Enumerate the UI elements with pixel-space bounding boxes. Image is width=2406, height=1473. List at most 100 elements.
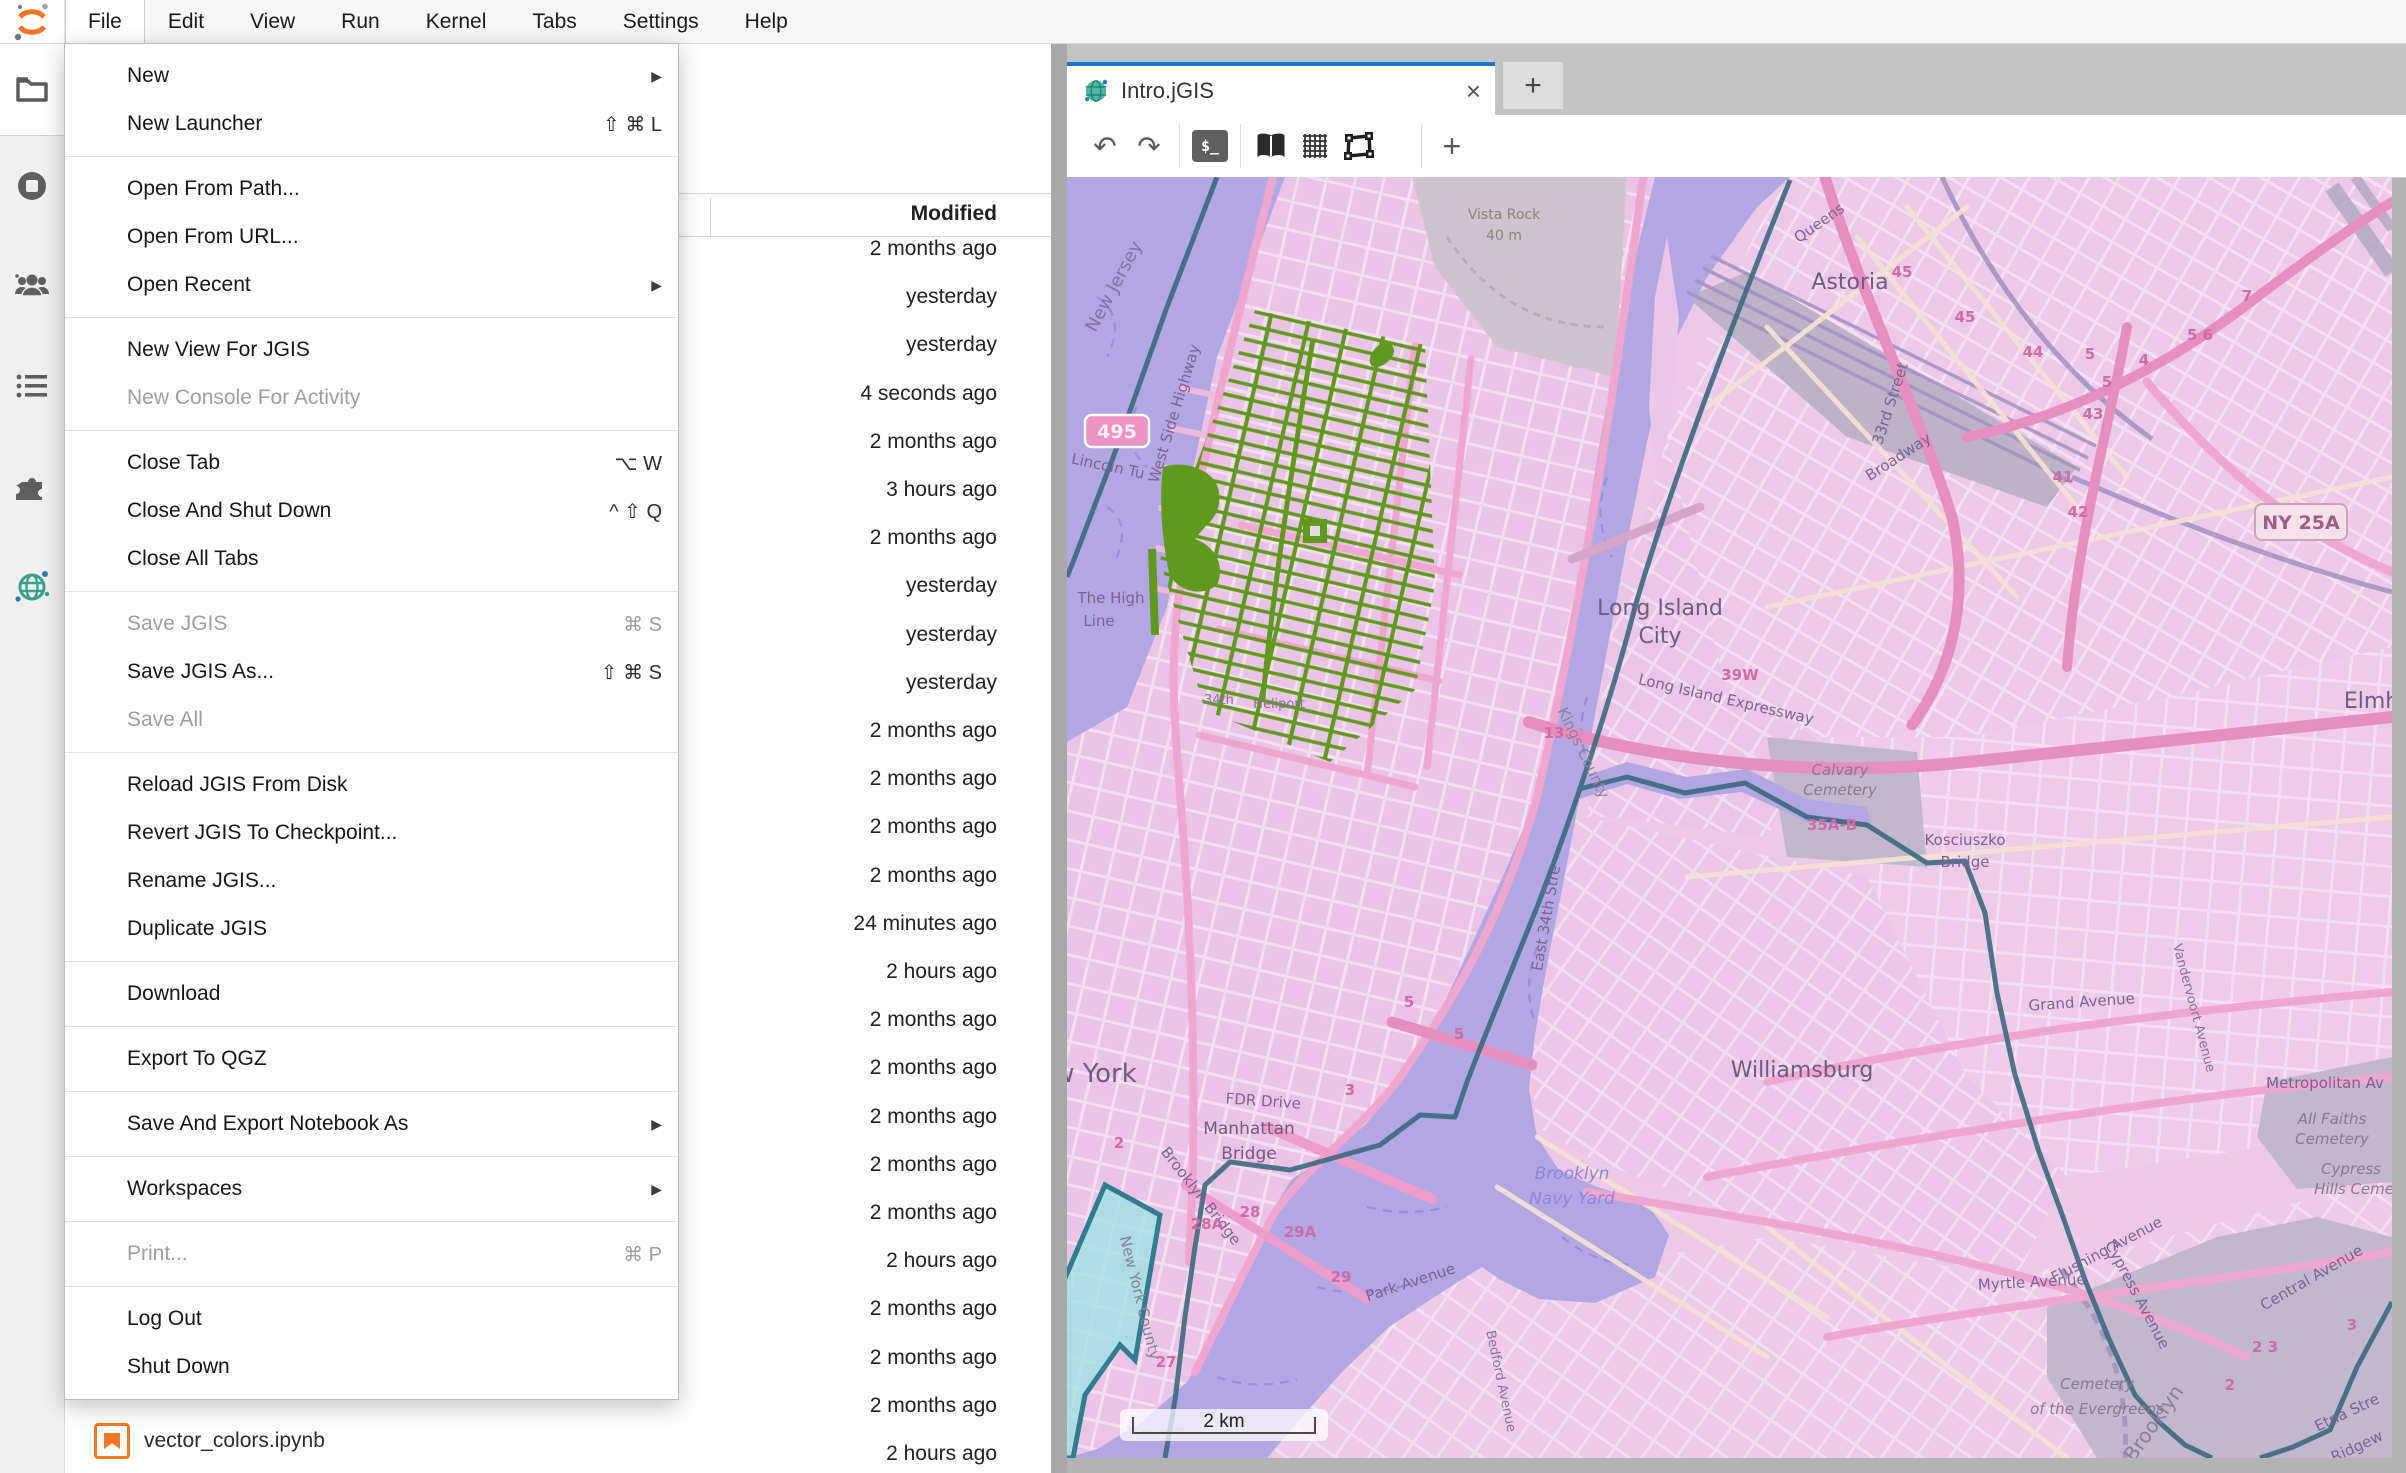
file-row-modified[interactable]: yesterday [906,668,997,698]
jupyter-logo-icon [12,3,52,41]
file-row-modified[interactable]: 4 seconds ago [860,379,997,409]
file-row-modified[interactable]: 2 months ago [870,523,997,553]
sidebar-item-file-browser[interactable] [0,43,64,136]
menu-item-save-jgis-as[interactable]: Save JGIS As...⇧ ⌘ S [65,648,678,696]
file-row-modified[interactable]: 2 months ago [870,716,997,746]
menu-item-save-and-export-notebook-as[interactable]: Save And Export Notebook As▶ [65,1100,678,1148]
menu-item-label: Shut Down [127,1355,662,1379]
menu-item-new[interactable]: New▶ [65,52,678,100]
menubar-item-settings[interactable]: Settings [600,0,722,43]
menubar-item-kernel[interactable]: Kernel [403,0,510,43]
map-label: Cemetery [1803,781,1878,799]
map-view[interactable]: 495NY 25A New JerseyWest Side HighwayVis… [1067,177,2392,1458]
map-toolbar: ↶ ↷ $_ [1067,115,2406,178]
highway-shield-badge: 495 [1085,415,1149,447]
svg-text:NY 25A: NY 25A [2262,512,2340,534]
map-canvas[interactable]: 495NY 25A New JerseyWest Side HighwayVis… [1067,177,2392,1458]
menu-item-close-tab[interactable]: Close Tab⌥ W [65,439,678,487]
menu-item-open-from-url[interactable]: Open From URL... [65,213,678,261]
menu-item-close-all-tabs[interactable]: Close All Tabs [65,535,678,583]
menu-item-open-recent[interactable]: Open Recent▶ [65,261,678,309]
menu-item-reload-jgis-from-disk[interactable]: Reload JGIS From Disk [65,761,678,809]
sidebar-item-jupytergis[interactable] [0,536,64,636]
file-row-modified[interactable]: 2 months ago [870,427,997,457]
file-row-modified[interactable]: 2 months ago [870,861,997,891]
menubar-item-file[interactable]: File [65,0,145,43]
tab-title: Intro.jGIS [1121,78,1454,104]
tab-intro-jgis[interactable]: Intro.jGIS × [1067,62,1495,115]
folder-icon [15,75,49,103]
select-geometry-button[interactable] [1337,124,1381,168]
undo-button[interactable]: ↶ [1083,124,1127,168]
file-row-modified[interactable]: 2 months ago [870,1391,997,1421]
map-label: Long Island [1597,596,1723,621]
temporal-controller-button[interactable] [1293,124,1337,168]
new-tab-button[interactable]: + [1503,62,1563,109]
map-label: 5 6 [2187,326,2213,344]
file-row-modified[interactable]: 2 months ago [870,234,997,264]
menu-item-revert-jgis-to-checkpoint[interactable]: Revert JGIS To Checkpoint... [65,809,678,857]
redo-button[interactable]: ↷ [1127,124,1171,168]
map-label: Williamsburg [1731,1058,1874,1083]
menu-item-download[interactable]: Download [65,970,678,1018]
menu-item-log-out[interactable]: Log Out [65,1295,678,1343]
jupyterlab-window: FileEditViewRunKernelTabsSettingsHelp [0,0,2406,1473]
menubar-item-help[interactable]: Help [722,0,811,43]
map-label: Kosciuszko [1924,831,2005,849]
menubar-item-edit[interactable]: Edit [145,0,227,43]
file-row-modified[interactable]: yesterday [906,330,997,360]
map-label: Line [1083,612,1114,630]
file-row-modified[interactable]: 2 months ago [870,1150,997,1180]
map-label: 43 [2083,405,2104,423]
menu-item-label: Close All Tabs [127,547,662,571]
identify-button[interactable] [1249,124,1293,168]
file-row-modified[interactable]: 3 hours ago [886,475,997,505]
console-button[interactable]: $_ [1188,124,1232,168]
file-row-modified[interactable]: 2 months ago [870,1102,997,1132]
menubar-item-run[interactable]: Run [318,0,403,43]
map-label: 35A-B [1807,816,1857,834]
tab-close-icon[interactable]: × [1466,78,1481,104]
file-row-modified[interactable]: 2 hours ago [886,957,997,987]
file-row-modified[interactable]: 2 months ago [870,1294,997,1324]
file-row-modified[interactable]: 2 months ago [870,1198,997,1228]
menu-item-new-view-for-jgis[interactable]: New View For JGIS [65,326,678,374]
menu-item-new-launcher[interactable]: New Launcher⇧ ⌘ L [65,100,678,148]
menu-item-close-and-shut-down[interactable]: Close And Shut Down^ ⇧ Q [65,487,678,535]
map-label: 2 3 [2252,1338,2278,1356]
menu-item-open-from-path[interactable]: Open From Path... [65,165,678,213]
file-row-vector-colors[interactable]: vector_colors.ipynb [94,1419,325,1463]
menu-item-shut-down[interactable]: Shut Down [65,1343,678,1391]
map-label: Calvary [1812,761,1870,779]
menu-item-rename-jgis[interactable]: Rename JGIS... [65,857,678,905]
menu-item-label: New [127,64,631,88]
modified-column-header[interactable]: Modified [911,202,997,226]
add-layer-button[interactable]: + [1430,124,1474,168]
menu-separator [65,430,678,431]
menubar-item-view[interactable]: View [227,0,318,43]
file-row-modified[interactable]: yesterday [906,282,997,312]
file-row-modified[interactable]: yesterday [906,571,997,601]
menu-item-export-to-qgz[interactable]: Export To QGZ [65,1035,678,1083]
file-row-modified[interactable]: 2 hours ago [886,1439,997,1469]
file-row-modified[interactable]: yesterday [906,620,997,650]
sidebar-item-collaboration[interactable] [0,236,64,336]
sidebar-item-table-of-contents[interactable] [0,336,64,436]
map-label: 39W [1721,666,1759,684]
menu-item-workspaces[interactable]: Workspaces▶ [65,1165,678,1213]
menubar-item-tabs[interactable]: Tabs [509,0,599,43]
file-row-modified[interactable]: 2 months ago [870,1005,997,1035]
map-label: Cemetery [2060,1375,2135,1393]
file-row-modified[interactable]: 24 minutes ago [853,909,997,939]
file-row-modified[interactable]: 2 months ago [870,1343,997,1373]
sidebar-item-running[interactable] [0,136,64,236]
file-row-modified[interactable]: 2 hours ago [886,1246,997,1276]
file-row-modified[interactable]: 2 months ago [870,1053,997,1083]
sidebar-item-extensions[interactable] [0,436,64,536]
map-document-panel: Intro.jGIS × + ↶ ↷ $_ [1067,43,2406,1473]
menu-item-label: Save And Export Notebook As [127,1112,631,1136]
file-row-modified[interactable]: 2 months ago [870,812,997,842]
menu-item-duplicate-jgis[interactable]: Duplicate JGIS [65,905,678,953]
file-row-modified[interactable]: 2 months ago [870,764,997,794]
map-label: Bridge [1941,853,1990,871]
